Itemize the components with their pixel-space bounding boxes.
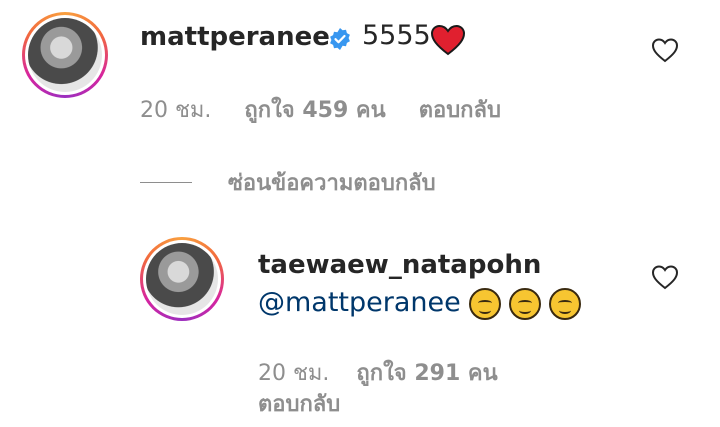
reply-avatar-photo: [146, 243, 218, 315]
comment-username[interactable]: mattperanee: [140, 22, 330, 52]
hide-replies-button[interactable]: ซ่อนข้อความตอบกลับ: [140, 165, 436, 200]
reply-time[interactable]: 20 ชม.: [258, 361, 329, 386]
mention-link[interactable]: @mattperanee: [258, 287, 461, 318]
woozy-face-icon: [508, 287, 541, 320]
divider: [140, 182, 192, 183]
red-heart-emoji-icon: [430, 24, 466, 56]
comment-meta: 20 ชม. ถูกใจ 459 คน ตอบกลับ: [140, 92, 527, 127]
reply-likes[interactable]: ถูกใจ 291 คน: [356, 361, 497, 386]
comment-text: 5555: [362, 20, 431, 51]
hide-replies-label: ซ่อนข้อความตอบกลับ: [228, 171, 436, 196]
reply-reply-button[interactable]: ตอบกลับ: [258, 386, 340, 421]
comment-time[interactable]: 20 ชม.: [140, 98, 211, 123]
avatar[interactable]: [22, 12, 108, 98]
like-heart-icon[interactable]: [651, 37, 679, 63]
reply-button[interactable]: ตอบกลับ: [419, 98, 501, 123]
verified-badge-icon: [330, 28, 350, 50]
woozy-face-icon: [468, 287, 501, 320]
woozy-face-icon: [548, 287, 581, 320]
comment-likes[interactable]: ถูกใจ 459 คน: [244, 98, 385, 123]
reply-avatar[interactable]: [140, 237, 224, 321]
reply-text: @mattperanee: [258, 287, 581, 320]
avatar-photo: [28, 18, 102, 92]
like-heart-icon[interactable]: [651, 264, 679, 290]
reply-meta: 20 ชม. ถูกใจ 291 คน: [258, 355, 518, 390]
reply-username[interactable]: taewaew_natapohn: [258, 250, 541, 280]
